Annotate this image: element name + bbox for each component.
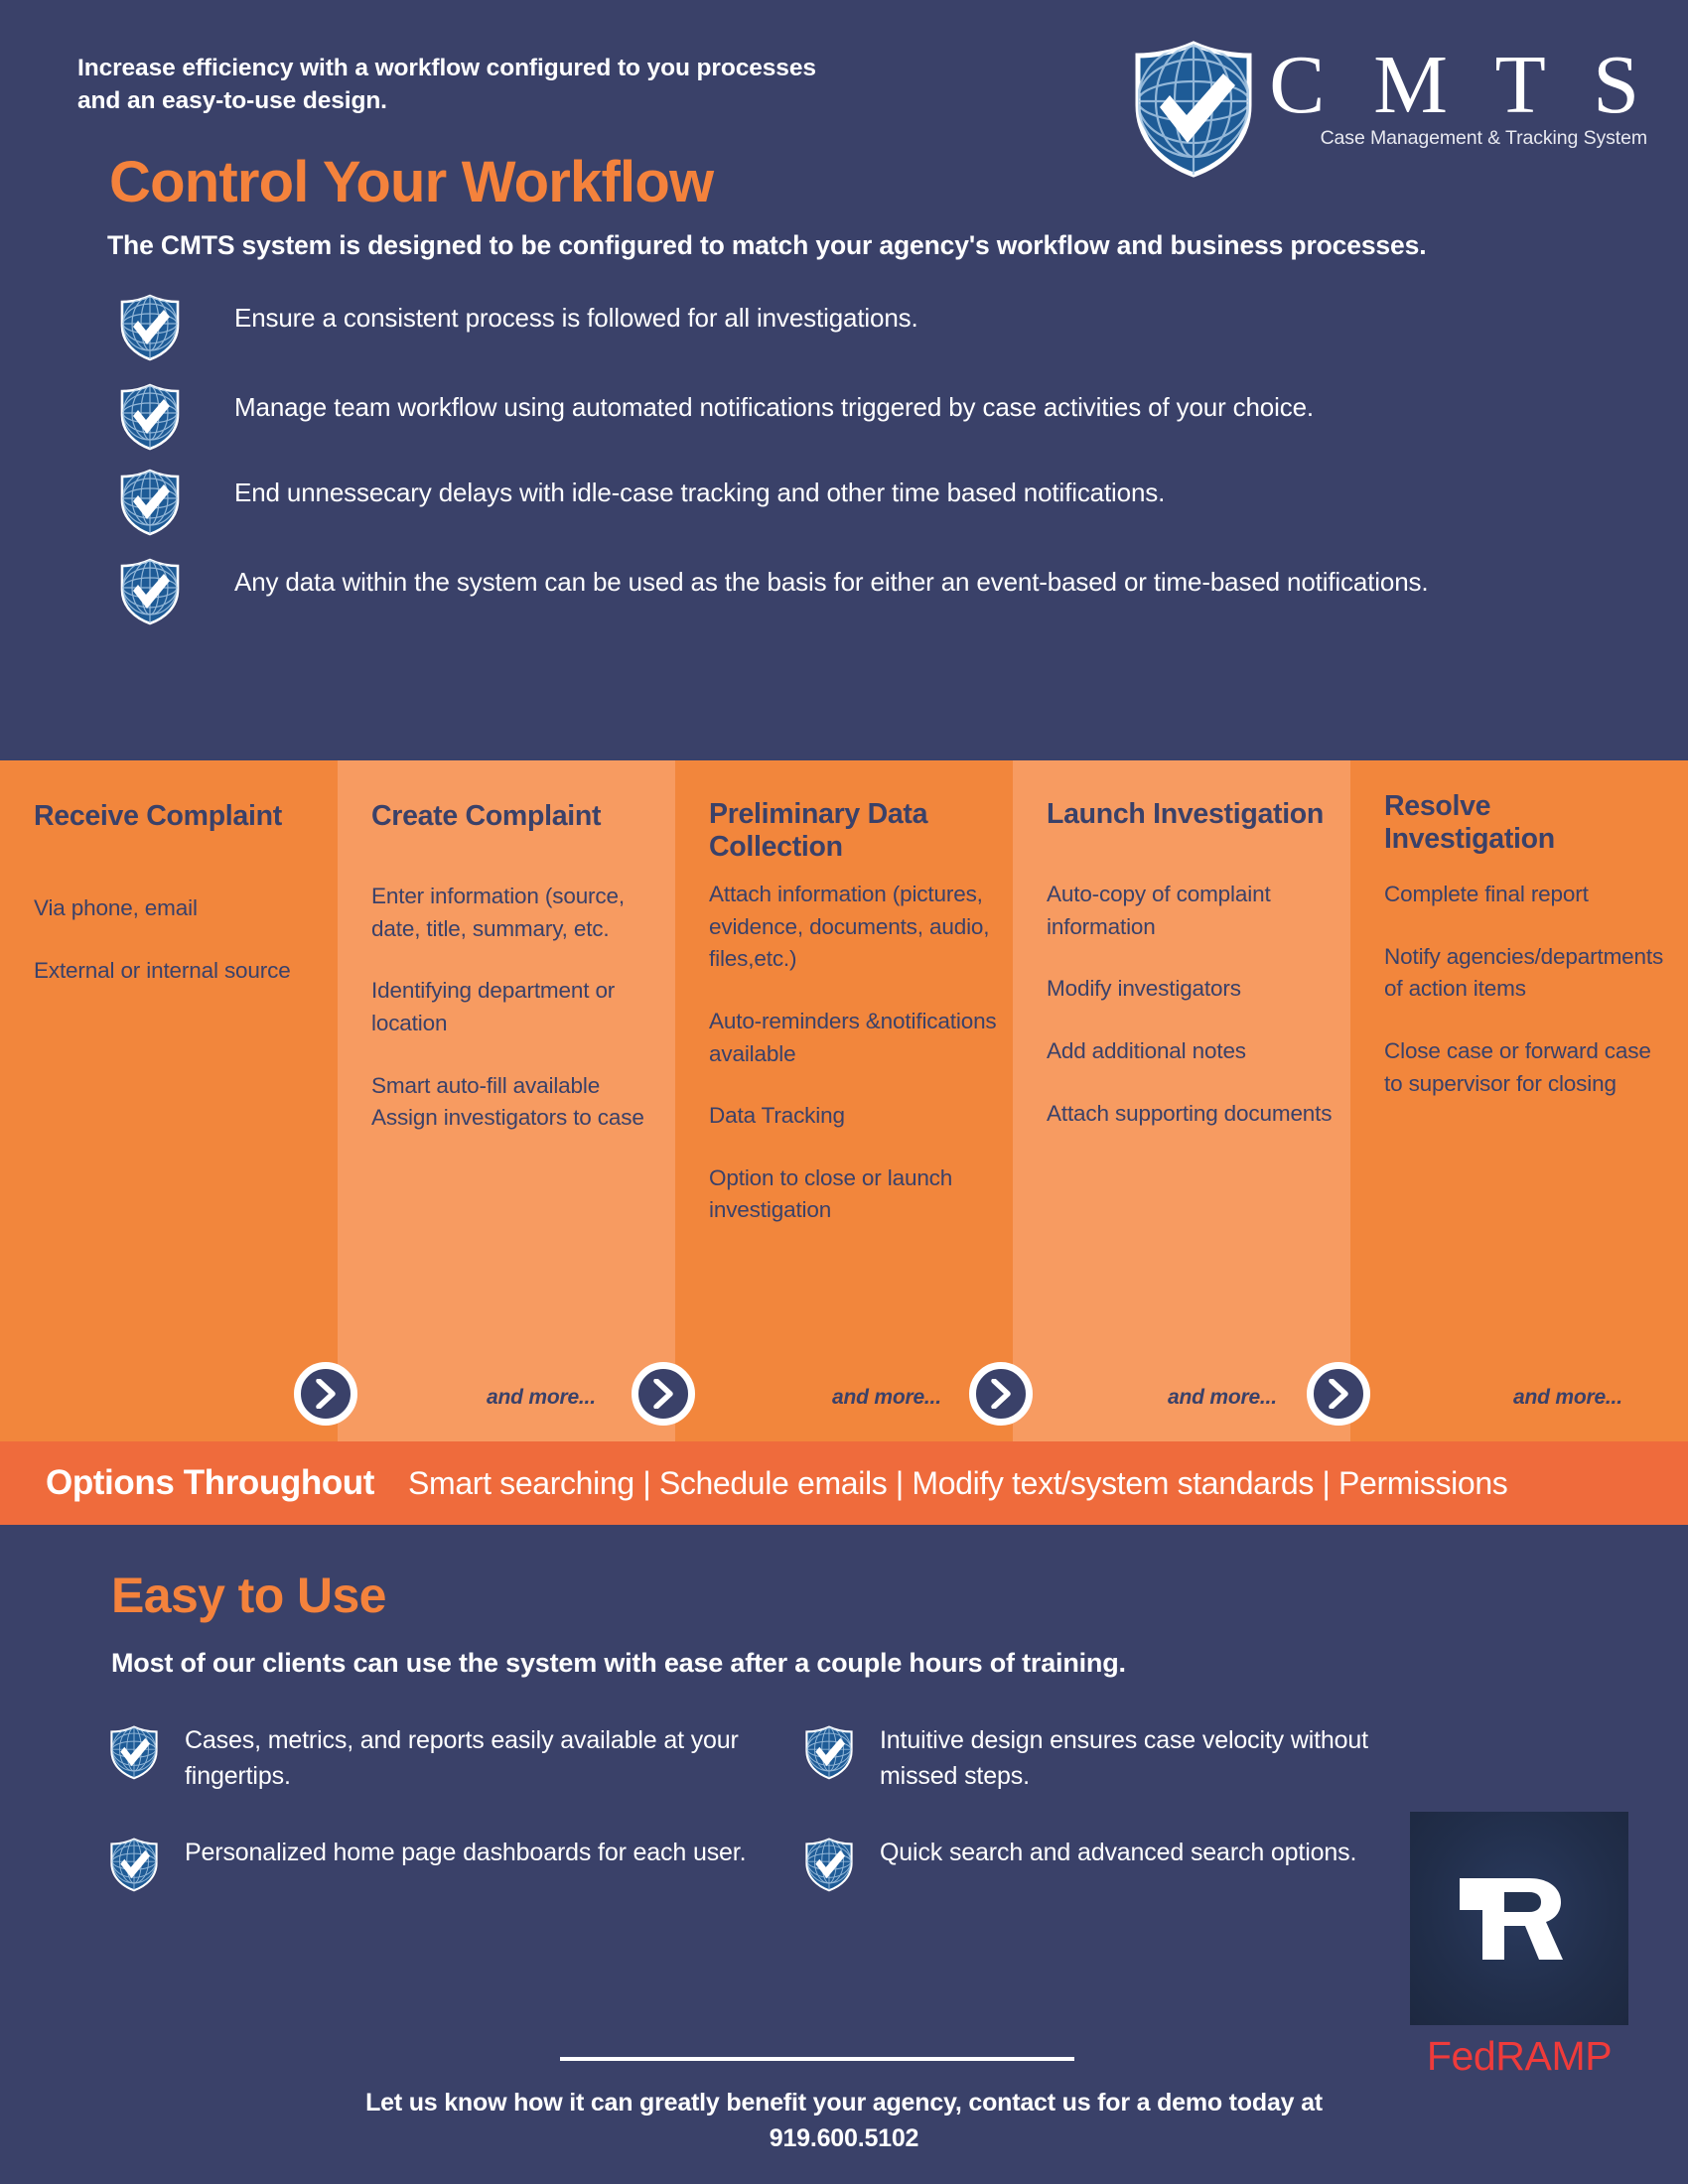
cmts-wordmark: C M T S xyxy=(1269,39,1653,131)
column-item: Option to close or launch investigation xyxy=(709,1164,953,1223)
shield-check-icon xyxy=(119,383,181,451)
easy-title: Easy to Use xyxy=(111,1568,386,1623)
footer-phone: 919.600.5102 xyxy=(769,2124,919,2153)
list-item-label: Ensure a consistent process is followed … xyxy=(234,303,918,333)
cmts-logo-tagline: Case Management & Tracking System xyxy=(1320,126,1648,149)
column-title: Create Complaint xyxy=(371,800,602,832)
workflow-column-launch-investigation: Launch Investigation Auto-copy of compla… xyxy=(1013,760,1350,1441)
shield-check-icon xyxy=(804,1838,854,1893)
list-item-label: Cases, metrics, and reports easily avail… xyxy=(185,1726,739,1790)
chevron-right-icon[interactable] xyxy=(969,1362,1033,1426)
list-item-label: Quick search and advanced search options… xyxy=(880,1839,1357,1866)
column-item: Auto-copy of complaint information xyxy=(1047,882,1271,939)
workflow-columns: Receive Complaint Via phone, email Exter… xyxy=(0,760,1688,1441)
column-title: Launch Investigation xyxy=(1047,798,1325,830)
shield-check-icon xyxy=(109,1725,159,1781)
shield-check-icon xyxy=(119,294,181,361)
column-item: Enter information (source, date, title, … xyxy=(371,884,625,941)
chevron-right-icon[interactable] xyxy=(632,1362,695,1426)
shield-check-icon xyxy=(119,469,181,536)
column-title: Preliminary Data Collection xyxy=(709,798,928,864)
column-item: Add additional notes xyxy=(1047,1037,1246,1063)
column-title: Resolve Investigation xyxy=(1384,790,1555,856)
cmts-logo: C M T S Case Management & Tracking Syste… xyxy=(1130,38,1653,179)
list-item-label: Intuitive design ensures case velocity w… xyxy=(880,1726,1368,1790)
top-bullet-list: Ensure a consistent process is followed … xyxy=(119,294,1609,625)
list-item-label: Manage team workflow using automated not… xyxy=(234,392,1314,422)
column-item: Complete final report xyxy=(1384,882,1589,906)
column-title: Receive Complaint xyxy=(34,800,282,832)
workflow-column-receive-complaint: Receive Complaint Via phone, email Exter… xyxy=(0,760,338,1441)
column-item: Identifying department or location xyxy=(371,978,616,1035)
column-item: Auto-reminders &notifications available xyxy=(709,1008,997,1066)
column-item: Attach information (pictures, evidence, … xyxy=(709,882,990,972)
column-item: Data Tracking xyxy=(709,1103,845,1129)
page-title: Control Your Workflow xyxy=(109,150,714,214)
list-item: Intuitive design ensures case velocity w… xyxy=(804,1723,1420,1794)
column-item: Attach supporting documents xyxy=(1047,1100,1333,1126)
workflow-column-resolve-investigation: Resolve Investigation Complete final rep… xyxy=(1350,760,1688,1441)
list-item-label: Personalized home page dashboards for ea… xyxy=(185,1839,747,1866)
fedramp-label: FedRAMP xyxy=(1426,2033,1613,2079)
options-banner-list: Smart searching | Schedule emails | Modi… xyxy=(408,1464,1508,1501)
footer-divider xyxy=(560,2057,1074,2061)
and-more-label: and more... xyxy=(1513,1386,1622,1409)
list-item: Quick search and advanced search options… xyxy=(804,1836,1420,1893)
shield-check-icon xyxy=(804,1725,854,1781)
options-throughout-banner: Options Throughout Smart searching | Sch… xyxy=(0,1441,1688,1525)
page-subtitle: The CMTS system is designed to be config… xyxy=(107,230,1427,260)
header-section: Increase efficiency with a workflow conf… xyxy=(0,0,1688,760)
header-tagline: Increase efficiency with a workflow conf… xyxy=(77,55,816,115)
easy-subtitle: Most of our clients can use the system w… xyxy=(111,1648,1126,1678)
list-item: Cases, metrics, and reports easily avail… xyxy=(109,1723,804,1794)
column-item: Notify agencies/departments of action it… xyxy=(1384,943,1664,1002)
column-item: Close case or forward case to supervisor… xyxy=(1384,1037,1651,1096)
cmts-wordmark-group: C M T S Case Management & Tracking Syste… xyxy=(1263,38,1653,150)
column-item: Modify investigators xyxy=(1047,976,1241,1002)
list-item-label: Any data within the system can be used a… xyxy=(234,567,1429,597)
shield-globe-check-icon xyxy=(1130,40,1257,179)
list-item-label: End unnessecary delays with idle-case tr… xyxy=(234,478,1166,507)
fedramp-badge: FedRAMP xyxy=(1410,1812,1628,2080)
column-item: Smart auto-fill available Assign investi… xyxy=(371,1072,644,1131)
and-more-label: and more... xyxy=(832,1386,941,1409)
and-more-label: and more... xyxy=(487,1386,596,1409)
list-item: Personalized home page dashboards for ea… xyxy=(109,1836,804,1893)
options-banner-title: Options Throughout xyxy=(46,1463,375,1502)
column-item: Via phone, email xyxy=(34,895,198,920)
fedramp-logo-icon xyxy=(1410,1812,1628,2025)
list-item: End unnessecary delays with idle-case tr… xyxy=(119,469,1609,536)
easy-bullet-grid: Cases, metrics, and reports easily avail… xyxy=(109,1723,1420,1893)
workflow-column-create-complaint: Create Complaint Enter information (sour… xyxy=(338,760,675,1441)
chevron-right-icon[interactable] xyxy=(1307,1362,1370,1426)
footer-contact: Let us know how it can greatly benefit y… xyxy=(0,2085,1688,2157)
list-item: Manage team workflow using automated not… xyxy=(119,383,1609,451)
column-item: External or internal source xyxy=(34,957,291,983)
shield-check-icon xyxy=(119,558,181,625)
workflow-column-preliminary-data-collection: Preliminary Data Collection Attach infor… xyxy=(675,760,1013,1441)
list-item: Any data within the system can be used a… xyxy=(119,558,1609,625)
chevron-right-icon[interactable] xyxy=(294,1362,357,1426)
shield-check-icon xyxy=(109,1838,159,1893)
list-item: Ensure a consistent process is followed … xyxy=(119,294,1609,361)
and-more-label: and more... xyxy=(1168,1386,1277,1409)
footer-contact-line1: Let us know how it can greatly benefit y… xyxy=(365,2089,1323,2116)
